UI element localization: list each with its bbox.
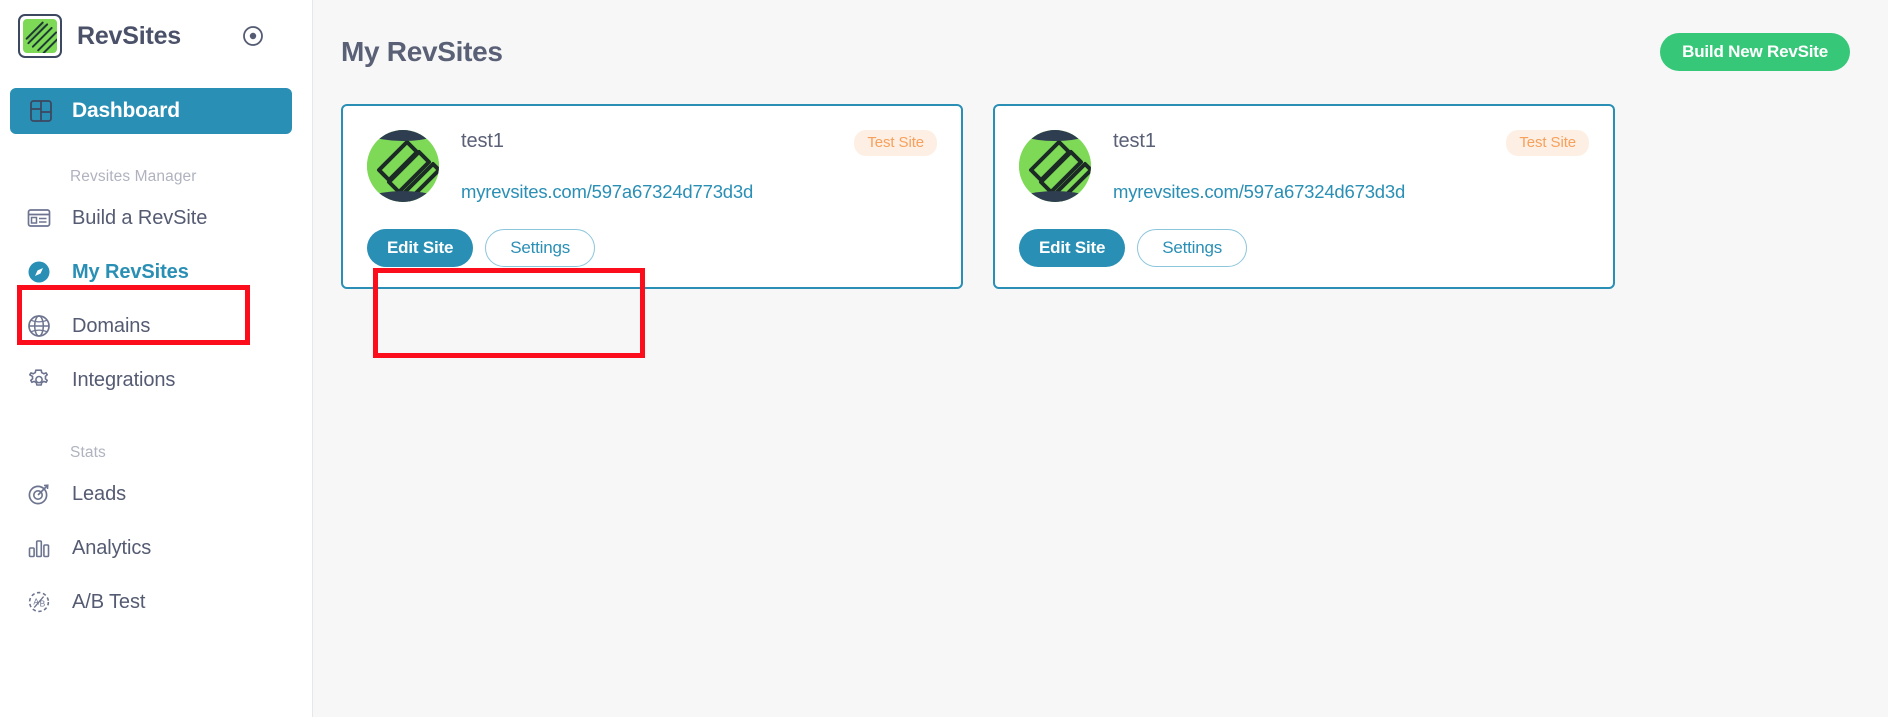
sidebar-item-label: Domains bbox=[72, 314, 151, 337]
sidebar-item-label: Dashboard bbox=[72, 99, 180, 122]
settings-button[interactable]: Settings bbox=[1137, 229, 1248, 267]
sidebar-group-label-manager: Revsites Manager bbox=[70, 168, 197, 185]
site-card-list: test1 myrevsites.com/597a67324d773d3d Te… bbox=[313, 104, 1888, 289]
sidebar-item-ab-test[interactable]: A B A/B Test bbox=[0, 580, 312, 624]
site-url-link[interactable]: myrevsites.com/597a67324d673d3d bbox=[1113, 181, 1405, 203]
status-badge: Test Site bbox=[854, 130, 937, 156]
revsites-logo-icon bbox=[18, 14, 62, 58]
edit-site-button[interactable]: Edit Site bbox=[1019, 229, 1126, 267]
app-root: RevSites Dashboard Revsites Manager Buil… bbox=[0, 0, 1888, 717]
sidebar: RevSites Dashboard Revsites Manager Buil… bbox=[0, 0, 313, 717]
browser-window-icon bbox=[26, 205, 52, 231]
sidebar-item-build-a-revsite[interactable]: Build a RevSite bbox=[0, 196, 312, 240]
edit-site-button[interactable]: Edit Site bbox=[367, 229, 474, 267]
bar-chart-icon bbox=[26, 535, 52, 561]
sidebar-item-leads[interactable]: Leads bbox=[0, 472, 312, 516]
sidebar-item-label: A/B Test bbox=[72, 590, 146, 613]
sidebar-item-analytics[interactable]: Analytics bbox=[0, 526, 312, 570]
dashboard-grid-icon bbox=[28, 98, 54, 124]
gear-icon bbox=[26, 367, 52, 393]
sidebar-item-my-revsites[interactable]: My RevSites bbox=[0, 250, 312, 294]
ab-test-icon: A B bbox=[26, 589, 52, 615]
sidebar-item-domains[interactable]: Domains bbox=[0, 304, 312, 348]
sidebar-item-label: My RevSites bbox=[72, 260, 189, 283]
page-title: My RevSites bbox=[341, 36, 503, 67]
sidebar-item-label: Integrations bbox=[72, 368, 176, 391]
sidebar-group-label-stats: Stats bbox=[70, 444, 106, 461]
sidebar-item-label: Leads bbox=[72, 482, 126, 505]
sidebar-item-label: Build a RevSite bbox=[72, 206, 208, 229]
build-new-revsite-button[interactable]: Build New RevSite bbox=[1660, 33, 1850, 71]
compass-icon bbox=[26, 259, 52, 285]
revsites-site-avatar-icon bbox=[367, 130, 439, 202]
brand-header: RevSites bbox=[0, 0, 312, 72]
revsites-site-avatar-icon bbox=[1019, 130, 1091, 202]
sidebar-item-dashboard[interactable]: Dashboard bbox=[10, 88, 292, 134]
target-circle-icon[interactable] bbox=[240, 23, 266, 49]
sidebar-item-integrations[interactable]: Integrations bbox=[0, 358, 312, 402]
status-badge: Test Site bbox=[1506, 130, 1589, 156]
card-actions: Edit Site Settings bbox=[367, 229, 596, 267]
site-name: test1 bbox=[461, 130, 504, 152]
globe-icon bbox=[26, 313, 52, 339]
target-arrow-icon bbox=[26, 481, 52, 507]
settings-button[interactable]: Settings bbox=[485, 229, 596, 267]
page-header: My RevSites Build New RevSite bbox=[313, 0, 1888, 104]
site-url-link[interactable]: myrevsites.com/597a67324d773d3d bbox=[461, 181, 753, 203]
brand-name: RevSites bbox=[77, 21, 182, 50]
site-card[interactable]: test1 myrevsites.com/597a67324d673d3d Te… bbox=[993, 104, 1615, 289]
card-actions: Edit Site Settings bbox=[1019, 229, 1248, 267]
sidebar-item-label: Analytics bbox=[72, 536, 152, 559]
site-card[interactable]: test1 myrevsites.com/597a67324d773d3d Te… bbox=[341, 104, 963, 289]
site-name: test1 bbox=[1113, 130, 1156, 152]
main-content: My RevSites Build New RevSite test1 myre… bbox=[313, 0, 1888, 717]
